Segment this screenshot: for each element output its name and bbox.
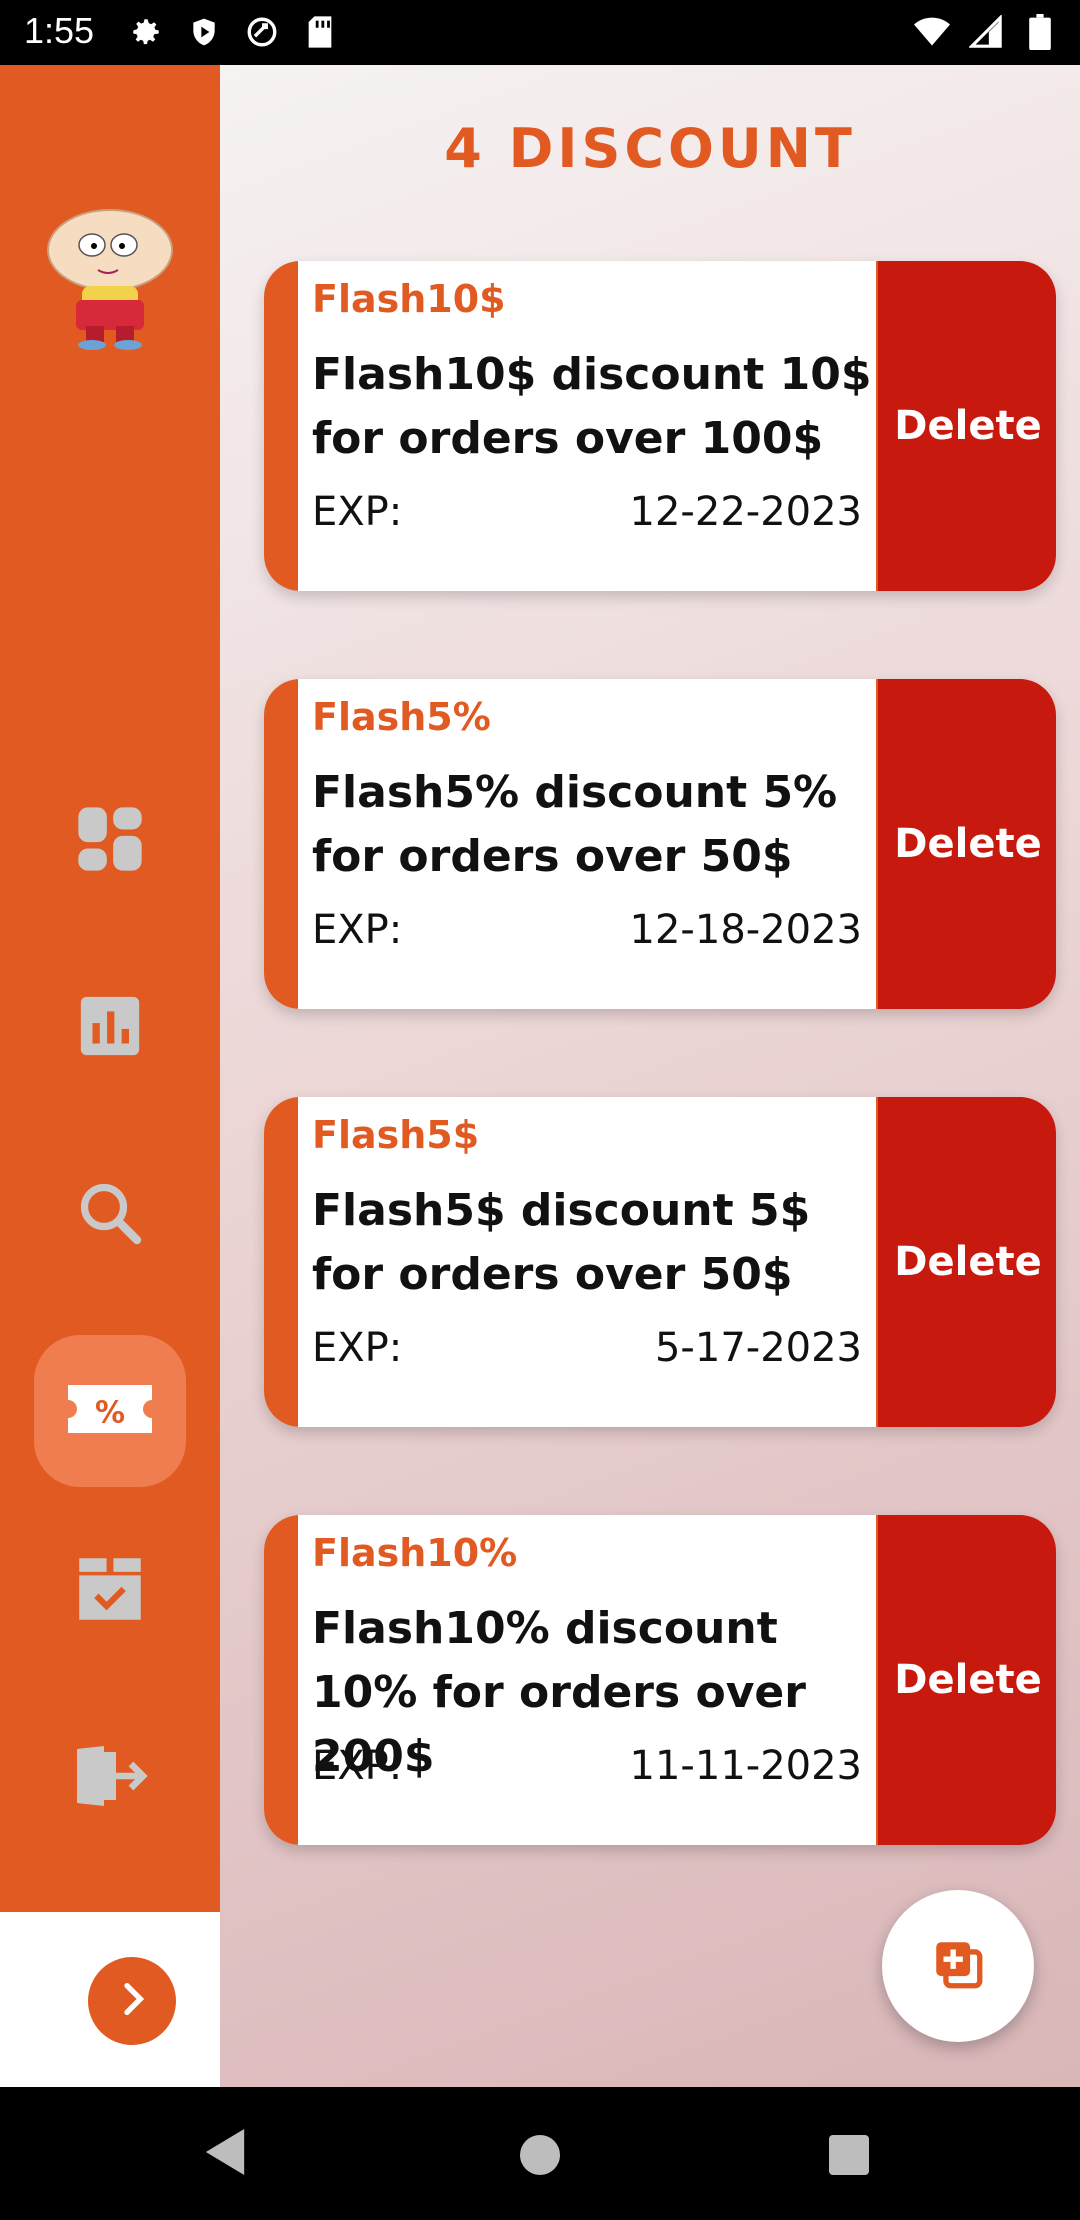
card-accent-stripe: [264, 1097, 298, 1427]
status-time: 1:55: [24, 10, 95, 51]
expiry-label: EXP:: [312, 1743, 403, 1789]
discount-card: Flash10% Flash10% discount 10% for order…: [264, 1515, 1056, 1845]
back-icon[interactable]: [205, 2129, 245, 2179]
expiry-date: 5-17-2023: [654, 1325, 862, 1371]
signal-icon: [968, 14, 1004, 50]
card-accent-stripe: [264, 679, 298, 1009]
discount-description: Flash5$ discount 5$ for orders over 50$: [312, 1185, 811, 1300]
package-check-icon: [69, 1548, 151, 1634]
status-icons-right: [914, 14, 1058, 50]
discount-card: Flash10$ Flash10$ discount 10$ for order…: [264, 261, 1056, 591]
expiry-label: EXP:: [312, 907, 403, 953]
battery-icon: [1022, 14, 1058, 50]
discount-description: Flash5% discount 5% for orders over 50$: [312, 767, 838, 882]
system-nav-bar: [0, 2087, 1080, 2220]
shield-play-icon: [186, 14, 222, 50]
card-body[interactable]: Flash5% Flash5% discount 5% for orders o…: [298, 679, 876, 1009]
expiry-date: 11-11-2023: [629, 1743, 862, 1789]
card-accent-stripe: [264, 1515, 298, 1845]
recents-icon[interactable]: [829, 2135, 869, 2175]
sidebar: %: [0, 65, 220, 1912]
card-body[interactable]: Flash10$ Flash10$ discount 10$ for order…: [298, 261, 876, 591]
card-body[interactable]: Flash5$ Flash5$ discount 5$ for orders o…: [298, 1097, 876, 1427]
svg-text:%: %: [95, 1396, 125, 1431]
discount-code: Flash10$: [312, 277, 506, 321]
discount-code: Flash5%: [312, 695, 491, 739]
chevron-right-icon: [112, 1979, 152, 2023]
discount-code: Flash5$: [312, 1113, 480, 1157]
delete-button[interactable]: Delete: [876, 1515, 1056, 1845]
sync-icon: [244, 14, 280, 50]
discount-card: Flash5$ Flash5$ discount 5$ for orders o…: [264, 1097, 1056, 1427]
search-icon: [74, 1177, 146, 1253]
sd-card-icon: [302, 14, 338, 50]
card-body[interactable]: Flash10% Flash10% discount 10% for order…: [298, 1515, 876, 1845]
page-title: 4 DISCOUNT: [444, 117, 856, 180]
status-icons-left: [128, 14, 338, 50]
logout-icon: [71, 1741, 149, 1815]
app: % 4 DISCOUNT Flash10$ Flash10$ discount …: [0, 65, 1080, 2087]
expiry-date: 12-18-2023: [629, 907, 862, 953]
nav-item-statistics[interactable]: [34, 952, 186, 1104]
settings-icon: [128, 14, 164, 50]
bar-chart-icon: [75, 991, 145, 1065]
nav-item-dashboard[interactable]: [34, 765, 186, 917]
discount-description: Flash10$ discount 10$ for orders over 10…: [312, 349, 872, 464]
expand-sidebar-button[interactable]: [88, 1957, 176, 2045]
expiry-date: 12-22-2023: [629, 489, 862, 535]
add-discount-button[interactable]: [882, 1890, 1034, 2042]
expiry-label: EXP:: [312, 489, 403, 535]
wifi-icon: [914, 14, 950, 50]
home-icon[interactable]: [520, 2135, 560, 2175]
delete-button[interactable]: Delete: [876, 261, 1056, 591]
status-bar: 1:55: [0, 0, 1080, 65]
expiry-label: EXP:: [312, 1325, 403, 1371]
nav-item-orders[interactable]: [34, 1515, 186, 1667]
nav-item-logout[interactable]: [34, 1702, 186, 1854]
main-content: 4 DISCOUNT Flash10$ Flash10$ discount 10…: [220, 65, 1080, 2087]
discount-ticket-icon: %: [64, 1379, 156, 1443]
discount-code: Flash10%: [312, 1531, 518, 1575]
delete-button[interactable]: Delete: [876, 679, 1056, 1009]
delete-button[interactable]: Delete: [876, 1097, 1056, 1427]
discount-card: Flash5% Flash5% discount 5% for orders o…: [264, 679, 1056, 1009]
card-accent-stripe: [264, 261, 298, 591]
dashboard-icon: [72, 801, 148, 881]
nav-item-search[interactable]: [34, 1139, 186, 1291]
avatar: [40, 200, 180, 350]
nav-item-discounts[interactable]: %: [34, 1335, 186, 1487]
add-copy-icon: [929, 1935, 987, 1997]
